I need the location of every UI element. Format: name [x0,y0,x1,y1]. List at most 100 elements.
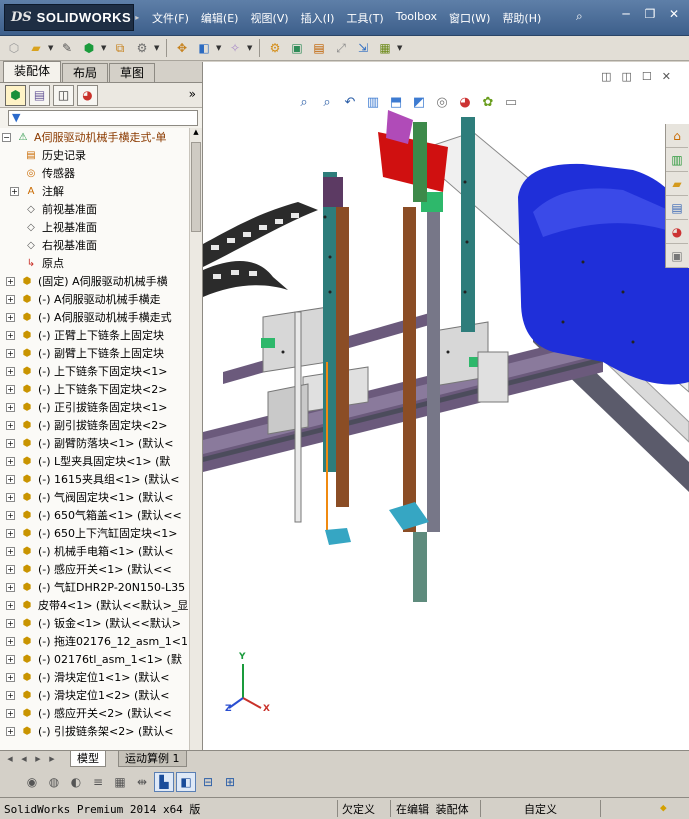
tree-item-folder[interactable]: ▤ 历史记录 [0,146,189,164]
tree-item-component[interactable]: + ⬢ (-) 正引拔链条固定块<1> [0,398,189,416]
two-view-icon[interactable]: ⊟ [198,772,218,792]
expand-toggle-icon[interactable]: + [6,366,15,376]
tree-item-component[interactable]: + ⬢ (-) 1615夹具组<1> (默认< [0,470,189,488]
tree-item-component[interactable]: + ⬢ (-) 钣金<1> (默认<<默认> [0,614,189,632]
features-dropdown-icon[interactable]: ▼ [247,44,254,52]
last-tab-icon[interactable]: ▶ [46,753,58,765]
mate-icon[interactable]: ⧉ [110,38,130,58]
tree-item-component[interactable]: + ⬢ (-) 上下链条下固定块<2> [0,380,189,398]
custom-properties-icon[interactable]: ▣ [666,244,688,268]
tree-item-component[interactable]: + ⬢ (-) 机械手电箱<1> (默认< [0,542,189,560]
tree-item-component[interactable]: + ⬢ 皮带4<1> (默认<<默认>_显 [0,596,189,614]
expand-toggle-icon[interactable]: + [6,492,15,502]
instant3d-icon[interactable]: ⇲ [353,38,373,58]
expand-toggle-icon[interactable]: + [6,546,15,556]
zoom-to-fit-icon[interactable]: ⌕ [295,95,313,110]
close-icon[interactable]: ✕ [666,7,682,21]
exploded-view-icon[interactable]: ⤢ [331,38,351,58]
expand-toggle-icon[interactable]: + [6,618,15,628]
show-hidden-icon[interactable]: ◧ [194,38,214,58]
file-explorer-icon[interactable]: ▰ [666,172,688,196]
view-palette-icon[interactable]: ▤ [666,196,688,220]
expand-toggle-icon[interactable]: + [6,672,15,682]
tree-item-component[interactable]: + ⬢ (-) 上下链条下固定块<1> [0,362,189,380]
show-dropdown-icon[interactable]: ▼ [216,44,223,52]
viewport-maximize-icon[interactable]: ☐ [642,70,652,83]
tree-item-component[interactable]: + ⬢ (-) 气缸DHR2P-20N150-L35 [0,578,189,596]
move-component-icon[interactable]: ✥ [172,38,192,58]
scroll-thumb[interactable] [191,142,201,232]
tree-item-component[interactable]: + ⬢ (-) 气阀固定块<1> (默认< [0,488,189,506]
tree-item-origin[interactable]: ↳ 原点 [0,254,189,272]
tree-item-plane[interactable]: ◇ 上视基准面 [0,218,189,236]
expand-toggle-icon[interactable]: + [6,384,15,394]
tree-item-component[interactable]: + ⬢ (-) 感应开关<1> (默认<< [0,560,189,578]
featuremanager-tree-icon[interactable]: ⬢ [5,84,26,106]
tree-item-folder[interactable]: ◎ 传感器 [0,164,189,182]
more-dropdown-icon[interactable]: ▼ [397,44,404,52]
open-dropdown-icon[interactable]: ▼ [48,44,55,52]
new-document-icon[interactable]: ⬡ [4,38,24,58]
reference-geometry-icon[interactable]: ⚙ [265,38,285,58]
viewport-restore-icon[interactable]: ◫ [622,70,632,83]
view-settings-icon[interactable]: ▭ [502,95,520,110]
view-orientation-icon[interactable]: ⬒ [387,95,405,110]
expand-toggle-icon[interactable]: + [6,708,15,718]
expand-toggle-icon[interactable]: + [6,330,15,340]
display-manager-icon[interactable]: ◕ [77,84,98,106]
tab-sketch[interactable]: 草图 [109,63,156,82]
view-chart-icon[interactable]: ▙ [154,772,174,792]
tree-item-component[interactable]: + ⬢ (固定) A伺服驱动机械手横 [0,272,189,290]
wireframe-icon[interactable]: ≡ [88,772,108,792]
edit-component-icon[interactable]: ✎ [57,38,77,58]
previous-view-icon[interactable]: ↶ [341,95,359,110]
expand-toggle-icon[interactable]: + [10,186,19,196]
expand-toggle-icon[interactable]: + [6,564,15,574]
tab-assembly[interactable]: 装配体 [3,61,62,82]
expand-toggle-icon[interactable]: + [6,456,15,466]
tree-item-component[interactable]: + ⬢ (-) 副引拔链条固定块<2> [0,416,189,434]
bill-of-materials-icon[interactable]: ▤ [309,38,329,58]
expand-toggle-icon[interactable]: + [6,582,15,592]
hide-show-items-icon[interactable]: ◎ [433,95,451,110]
tree-item-plane[interactable]: ◇ 右视基准面 [0,236,189,254]
tree-item-component[interactable]: + ⬢ (-) 感应开关<2> (默认<< [0,704,189,722]
tree-item-component[interactable]: + ⬢ (-) 拖连02176_12_asm_1<1 [0,632,189,650]
tree-item-component[interactable]: + ⬢ (-) 650上下汽缸固定块<1> [0,524,189,542]
menu-help[interactable]: 帮助(H) [496,8,547,28]
tree-item-component[interactable]: + ⬢ (-) 正臂上下链条上固定块 [0,326,189,344]
pin-menu-icon[interactable]: ⌕ [576,9,583,24]
tree-item-component[interactable]: + ⬢ (-) 副臂上下链条上固定块 [0,344,189,362]
tree-root-assembly[interactable]: − ⚠ A伺服驱动机械手横走式-单 [0,128,189,146]
insert-components-icon[interactable]: ⬢ [79,38,99,58]
solidworks-logo[interactable]: DS SOLIDWORKS ▸ [4,4,139,31]
expand-toggle-icon[interactable]: + [6,420,15,430]
tree-item-folder[interactable]: + A 注解 [0,182,189,200]
expand-toggle-icon[interactable]: − [2,132,11,142]
draft-quality-icon[interactable]: ▦ [110,772,130,792]
display-style-icon[interactable]: ◩ [410,95,428,110]
tree-item-component[interactable]: + ⬢ (-) 副臂防落块<1> (默认< [0,434,189,452]
expand-toggle-icon[interactable]: + [6,474,15,484]
shaded-icon[interactable]: ◍ [44,772,64,792]
tree-item-component[interactable]: + ⬢ (-) A伺服驱动机械手横走 [0,290,189,308]
status-units[interactable]: 自定义 [524,801,557,817]
expand-toggle-icon[interactable]: + [6,312,15,322]
insert-dropdown-icon[interactable]: ▼ [101,44,108,52]
menu-view[interactable]: 视图(V) [244,8,294,28]
menu-window[interactable]: 窗口(W) [443,8,496,28]
zoom-to-area-icon[interactable]: ⌕ [318,95,336,110]
graphics-area[interactable]: ◫ ◫ ☐ ✕ ⌕ ⌕ ↶ ▥ ⬒ ◩ ◎ ◕ ✿ ▭ ⌂ ▥ ▰ ▤ ◕ ▣ … [203,62,689,750]
hidden-lines-icon[interactable]: ◐ [66,772,86,792]
smart-fasteners-icon[interactable]: ⚙ [132,38,152,58]
expand-toggle-icon[interactable]: + [6,294,15,304]
menu-file[interactable]: 文件(F) [146,8,195,28]
viewport-tile-icon[interactable]: ◫ [601,70,611,83]
tree-item-plane[interactable]: ◇ 前视基准面 [0,200,189,218]
expand-toggle-icon[interactable]: + [6,528,15,538]
new-motion-study-icon[interactable]: ▣ [287,38,307,58]
menu-edit[interactable]: 编辑(E) [195,8,245,28]
next-tab-icon[interactable]: ▶ [32,753,44,765]
scroll-up-icon[interactable]: ▲ [191,128,201,140]
solidworks-resources-icon[interactable]: ⌂ [666,124,688,148]
